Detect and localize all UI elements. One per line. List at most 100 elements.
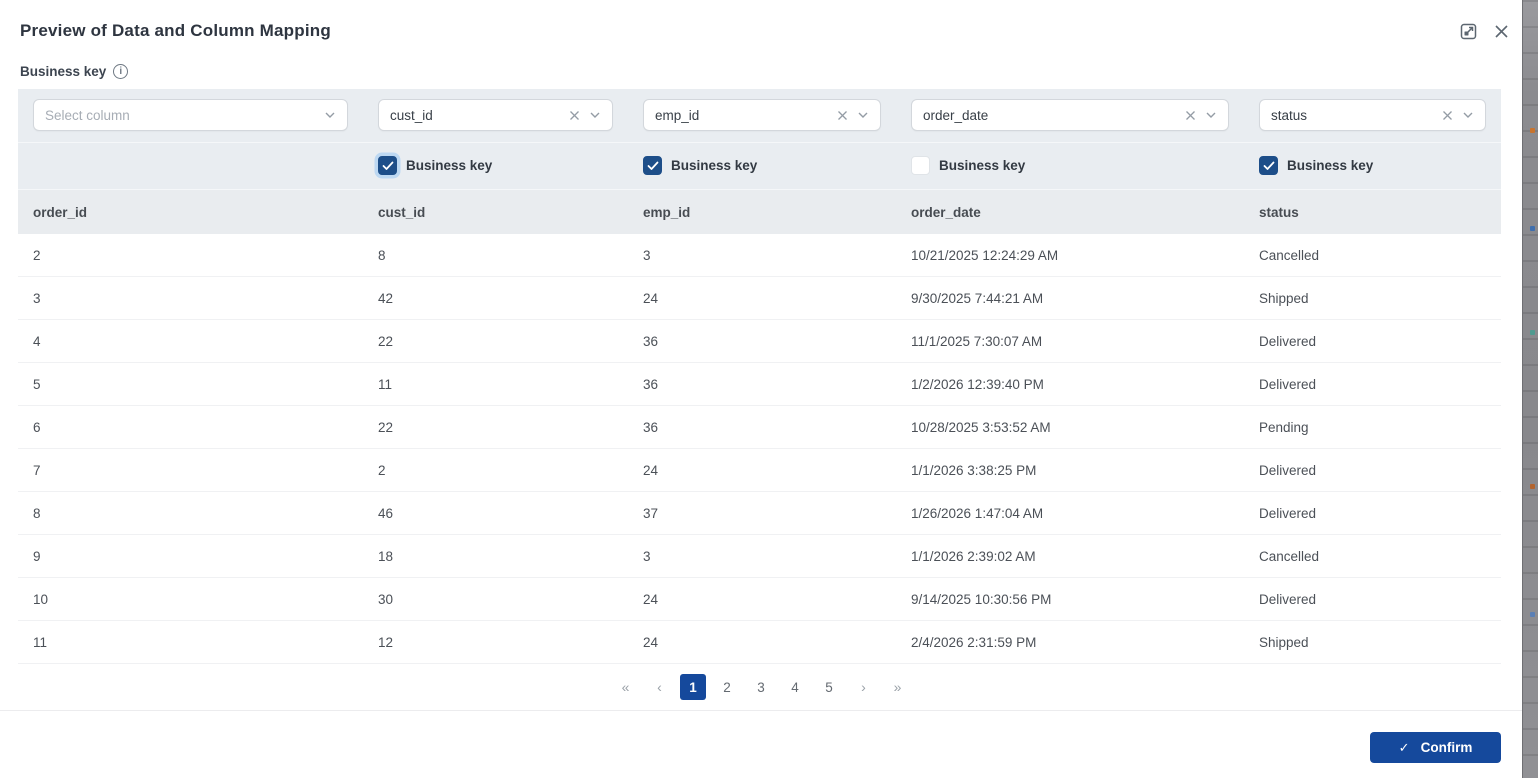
business-key-row: Business key Business key Business key B… [18,143,1501,190]
select-value: cust_id [390,107,433,123]
cell-order-date: 1/1/2026 3:38:25 PM [911,462,1037,478]
checkbox-icon[interactable] [643,156,662,175]
table-row: 10 30 24 9/14/2025 10:30:56 PM Delivered [18,578,1501,621]
pagination-page-5[interactable]: 5 [816,674,842,700]
dialog-header: Preview of Data and Column Mapping [0,0,1522,42]
cell-emp-id: 36 [643,333,659,349]
table-row: 6 22 36 10/28/2025 3:53:52 AM Pending [18,406,1501,449]
business-key-checkbox-order-date[interactable]: Business key [911,156,1229,175]
cell-order-date: 9/30/2025 7:44:21 AM [911,290,1044,306]
filter-cell: Select column [18,99,363,131]
checkbox-label: Business key [406,158,493,173]
pagination-page-1[interactable]: 1 [680,674,706,700]
cell-order-id: 3 [33,290,41,306]
checkbox-label: Business key [671,158,758,173]
cell-order-id: 10 [33,591,49,607]
filter-cell: order_date [896,99,1244,131]
cell-order-date: 10/28/2025 3:53:52 AM [911,419,1051,435]
confirm-button-label: Confirm [1420,740,1473,755]
checkbox-icon[interactable] [1259,156,1278,175]
cell-order-date: 10/21/2025 12:24:29 AM [911,247,1059,263]
cell-emp-id: 3 [643,548,651,564]
table-row: 11 12 24 2/4/2026 2:31:59 PM Shipped [18,621,1501,664]
cell-order-date: 2/4/2026 2:31:59 PM [911,634,1037,650]
checkbox-label: Business key [1287,158,1374,173]
confirm-button[interactable]: ✓ Confirm [1370,732,1501,763]
column-select-row: Select column cust_id emp_id order_date … [18,89,1501,143]
table-row: 3 42 24 9/30/2025 7:44:21 AM Shipped [18,277,1501,320]
checkbox-icon[interactable] [911,156,930,175]
info-icon[interactable]: i [113,64,129,79]
checkbox-cell: Business key [363,156,628,175]
clear-icon[interactable] [837,110,848,121]
clear-icon[interactable] [1185,110,1196,121]
cell-cust-id: 30 [378,591,394,607]
cell-emp-id: 36 [643,376,659,392]
chevron-down-icon [857,109,869,121]
cell-emp-id: 36 [643,419,659,435]
pagination-prev-button[interactable]: ‹ [646,674,672,700]
cell-order-id: 4 [33,333,41,349]
cell-status: Pending [1259,419,1309,435]
pagination-page-3[interactable]: 3 [748,674,774,700]
cell-status: Delivered [1259,591,1317,607]
clear-icon[interactable] [1442,110,1453,121]
cell-emp-id: 24 [643,290,659,306]
business-key-checkbox-status[interactable]: Business key [1259,156,1486,175]
business-key-section-label: Business key i [20,63,1502,80]
cell-order-id: 8 [33,505,41,521]
mapping-panel: Select column cust_id emp_id order_date … [18,89,1501,664]
checkbox-cell: Business key [1244,156,1501,175]
checkbox-cell-empty [18,156,363,175]
cell-order-id: 2 [33,247,41,263]
cell-emp-id: 24 [643,634,659,650]
business-key-checkbox-emp-id[interactable]: Business key [643,156,881,175]
business-key-checkbox-cust-id[interactable]: Business key [378,156,613,175]
checkbox-cell: Business key [628,156,896,175]
pagination-page-2[interactable]: 2 [714,674,740,700]
cell-emp-id: 3 [643,247,651,263]
expand-icon[interactable] [1459,22,1477,40]
chevron-down-icon [1462,109,1474,121]
pagination-page-4[interactable]: 4 [782,674,808,700]
check-icon: ✓ [1398,739,1410,755]
cell-order-id: 11 [33,634,48,650]
cell-status: Cancelled [1259,548,1320,564]
close-icon[interactable] [1492,22,1510,40]
column-select-order-id[interactable]: Select column [33,99,348,131]
column-select-emp-id[interactable]: emp_id [643,99,881,131]
cell-emp-id: 24 [643,591,659,607]
table-header-row: order_id cust_id emp_id order_date statu… [18,190,1501,234]
cell-cust-id: 8 [378,247,386,263]
chevron-down-icon [324,109,336,121]
pagination-first-button[interactable]: « [612,674,638,700]
background-page-strip [1522,0,1538,778]
select-value: emp_id [655,107,700,123]
cell-status: Shipped [1259,290,1309,306]
column-header-cust-id: cust_id [378,204,426,220]
column-select-status[interactable]: status [1259,99,1486,131]
cell-status: Delivered [1259,462,1317,478]
table-row: 2 8 3 10/21/2025 12:24:29 AM Cancelled [18,234,1501,277]
table-row: 8 46 37 1/26/2026 1:47:04 AM Delivered [18,492,1501,535]
column-select-order-date[interactable]: order_date [911,99,1229,131]
cell-emp-id: 24 [643,462,659,478]
pagination-next-button[interactable]: › [850,674,876,700]
cell-status: Delivered [1259,505,1317,521]
cell-cust-id: 18 [378,548,394,564]
cell-cust-id: 2 [378,462,386,478]
column-select-cust-id[interactable]: cust_id [378,99,613,131]
pagination-last-button[interactable]: » [884,674,910,700]
column-header-status: status [1259,204,1299,220]
cell-order-date: 11/1/2025 7:30:07 AM [911,333,1043,349]
cell-order-date: 1/1/2026 2:39:02 AM [911,548,1036,564]
cell-order-date: 1/2/2026 12:39:40 PM [911,376,1044,392]
table-row: 7 2 24 1/1/2026 3:38:25 PM Delivered [18,449,1501,492]
cell-status: Delivered [1259,376,1317,392]
column-header-emp-id: emp_id [643,204,691,220]
cell-order-id: 5 [33,376,41,392]
table-row: 9 18 3 1/1/2026 2:39:02 AM Cancelled [18,535,1501,578]
cell-cust-id: 11 [378,376,393,392]
checkbox-icon[interactable] [378,156,397,175]
clear-icon[interactable] [569,110,580,121]
